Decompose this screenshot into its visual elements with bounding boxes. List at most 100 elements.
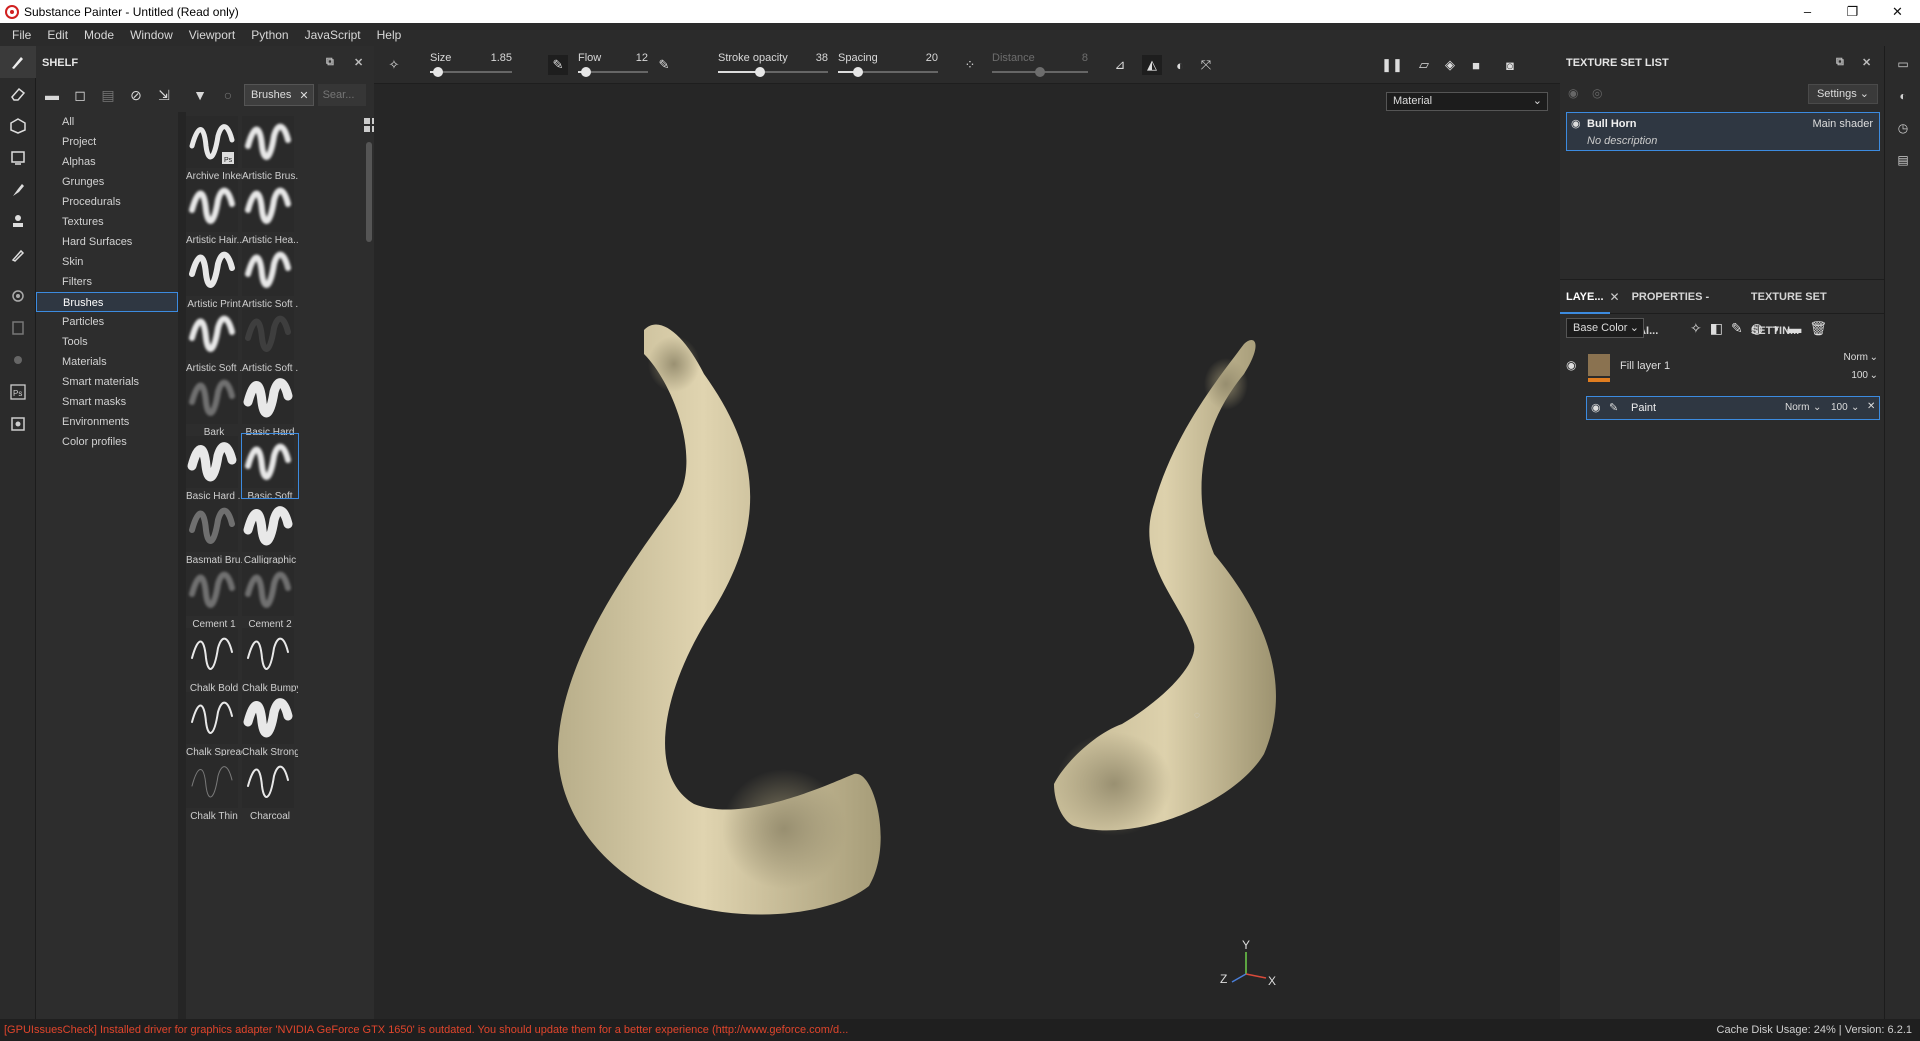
database-icon[interactable]: ▤	[96, 83, 120, 107]
category-grunges[interactable]: Grunges	[36, 172, 178, 192]
texture-set-item[interactable]: ◉ Bull Horn Main shader No description	[1566, 112, 1880, 151]
spacing-handle[interactable]	[853, 67, 863, 77]
paint-layer-blend[interactable]: Norm	[1785, 402, 1809, 413]
bake-tool[interactable]	[0, 280, 36, 312]
lazy-mouse-icon[interactable]: ⁘	[960, 55, 980, 75]
stroke-opacity-slider[interactable]: Stroke opacity 38	[718, 50, 828, 80]
flow-pressure-icon[interactable]: ✎	[654, 55, 674, 75]
brush-item[interactable]: Chalk Thin	[186, 754, 242, 822]
photoshop-tool[interactable]: Ps	[0, 376, 36, 408]
pause-icon[interactable]: ❚❚	[1381, 55, 1403, 75]
display-icon[interactable]: ◐	[1170, 55, 1190, 75]
hide-icon[interactable]: ⊘	[124, 83, 148, 107]
menu-file[interactable]: File	[4, 28, 39, 42]
visibility-toggle-icon[interactable]: ◉	[1568, 86, 1578, 100]
undock-tsl-icon[interactable]: ⧉	[1836, 56, 1844, 69]
flow-slider[interactable]: Flow 12	[578, 50, 648, 80]
brush-item[interactable]: Artistic Hair...	[186, 178, 242, 246]
menu-help[interactable]: Help	[369, 28, 410, 42]
log-icon[interactable]: ▤	[1885, 144, 1920, 176]
minimize-button[interactable]: –	[1785, 0, 1830, 23]
import-icon[interactable]: ⇲	[152, 83, 176, 107]
color-picker-tool[interactable]	[0, 238, 36, 270]
view-mode-icon[interactable]: ▱	[1414, 55, 1434, 75]
tab-layers[interactable]: LAYE...	[1560, 280, 1610, 314]
tab-texture-set-settings[interactable]: TEXTURE SET SETTIN...	[1745, 280, 1884, 337]
export-tool[interactable]	[0, 408, 36, 440]
texture-set-shader[interactable]: Main shader	[1812, 118, 1873, 130]
brush-item[interactable]: Basmati Bru...	[186, 498, 242, 566]
brush-item[interactable]: Basic Hard ...	[186, 434, 242, 502]
paint-layer-row[interactable]: ◉ ✎ Paint Norm ⌄ 100 ⌄ ✕	[1586, 396, 1880, 420]
undock-icon[interactable]: ⧉	[326, 56, 334, 69]
spacing-slider[interactable]: Spacing 20	[838, 50, 938, 80]
brush-item[interactable]: Chalk Spread	[186, 690, 242, 758]
tsl-settings-button[interactable]: Settings ⌄	[1807, 84, 1878, 104]
fill-layer-name[interactable]: Fill layer 1	[1620, 360, 1670, 372]
gpu-warning-message[interactable]: [GPUIssuesCheck] Installed driver for gr…	[4, 1019, 848, 1041]
brush-item[interactable]: Chalk Bumpy	[242, 626, 298, 694]
paint-eye-icon[interactable]: ◉	[1591, 401, 1601, 414]
brush-item[interactable]: Artistic Hea...	[242, 178, 298, 246]
close-button[interactable]: ✕	[1875, 0, 1920, 23]
category-project[interactable]: Project	[36, 132, 178, 152]
category-color-profiles[interactable]: Color profiles	[36, 432, 178, 452]
brush-item[interactable]: Artistic Brus...	[242, 114, 298, 182]
filter-icon[interactable]: ▼	[188, 83, 212, 107]
transform-icon[interactable]: ⤧	[1196, 55, 1216, 75]
brush-item[interactable]: Artistic Soft ...	[186, 306, 242, 374]
add-folder-icon[interactable]: ▬	[1787, 320, 1801, 337]
distance-slider[interactable]: Distance 8	[992, 50, 1088, 80]
folder-icon[interactable]: ▬	[40, 83, 64, 107]
brushes-filter-tag[interactable]: Brushes ✕	[244, 84, 314, 106]
paint-tool[interactable]	[0, 46, 36, 78]
category-hard-surfaces[interactable]: Hard Surfaces	[36, 232, 178, 252]
brush-item[interactable]: Chalk Bold	[186, 626, 242, 694]
plugin-tool[interactable]	[0, 344, 36, 376]
alignment-icon[interactable]: ⊿	[1110, 55, 1130, 75]
brush-item[interactable]: Ps Archive Inker	[186, 114, 242, 182]
fill-layer-blend[interactable]: Norm	[1844, 352, 1868, 363]
category-smart-materials[interactable]: Smart materials	[36, 372, 178, 392]
menu-viewport[interactable]: Viewport	[181, 28, 243, 42]
geometry-fill-tool[interactable]	[0, 142, 36, 174]
add-smart-material-icon[interactable]: ◑	[1771, 320, 1779, 337]
remove-mask-icon[interactable]: ✕	[1867, 401, 1875, 412]
channel-select[interactable]: Base Color ⌄	[1566, 318, 1644, 338]
category-particles[interactable]: Particles	[36, 312, 178, 332]
fill-layer-eye-icon[interactable]: ◉	[1566, 358, 1576, 372]
category-brushes[interactable]: Brushes	[36, 292, 178, 312]
camera-icon[interactable]: ■	[1466, 55, 1486, 75]
solo-icon[interactable]: ◎	[1592, 86, 1602, 100]
category-smart-masks[interactable]: Smart masks	[36, 392, 178, 412]
category-all[interactable]: All	[36, 112, 178, 132]
menu-window[interactable]: Window	[122, 28, 181, 42]
close-shelf-icon[interactable]: ✕	[354, 56, 363, 69]
tab-properties[interactable]: PROPERTIES - PAI...	[1626, 280, 1745, 337]
brush-item[interactable]: Basic Hard	[242, 370, 298, 438]
reset-filter-icon[interactable]: ○	[216, 83, 240, 107]
symmetry-tool-icon[interactable]: ✧	[384, 55, 404, 75]
category-procedurals[interactable]: Procedurals	[36, 192, 178, 212]
flow-value[interactable]: 12	[636, 52, 648, 64]
brush-item[interactable]: Basic Soft	[241, 433, 299, 502]
distance-handle[interactable]	[1035, 67, 1045, 77]
brush-item[interactable]: Charcoal	[242, 754, 298, 822]
stroke-opacity-handle[interactable]	[754, 67, 765, 77]
category-filters[interactable]: Filters	[36, 272, 178, 292]
remove-filter-icon[interactable]: ✕	[299, 89, 308, 102]
clone-tool[interactable]	[0, 206, 36, 238]
spacing-value[interactable]: 20	[926, 52, 938, 64]
distance-value[interactable]: 8	[1082, 52, 1088, 64]
maximize-button[interactable]: ❐	[1830, 0, 1875, 23]
projection-tool[interactable]	[0, 110, 36, 142]
close-tsl-icon[interactable]: ✕	[1862, 56, 1871, 69]
menu-mode[interactable]: Mode	[76, 28, 122, 42]
delete-layer-icon[interactable]: 🗑	[1809, 320, 1827, 337]
symmetry-icon[interactable]: ◭	[1142, 55, 1162, 75]
brush-item[interactable]: Cement 2	[242, 562, 298, 630]
category-tools[interactable]: Tools	[36, 332, 178, 352]
shader-settings-icon[interactable]: ◐	[1885, 80, 1920, 112]
menu-javascript[interactable]: JavaScript	[297, 28, 369, 42]
screenshot-icon[interactable]: ◙	[1500, 55, 1520, 75]
